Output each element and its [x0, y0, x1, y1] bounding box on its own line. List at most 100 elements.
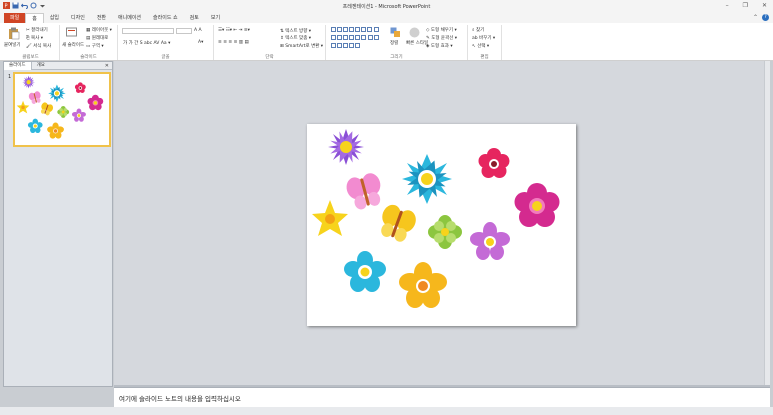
layout-button[interactable]: ▦ 레이아웃 ▾ [86, 27, 112, 33]
slide-art [312, 125, 560, 308]
tab-insert[interactable]: 삽입 [44, 13, 65, 23]
quick-styles-button[interactable]: 빠른 스타일 [406, 40, 428, 46]
vertical-scrollbar[interactable] [764, 61, 770, 387]
window-title: 프레젠테이션1 - Microsoft PowerPoint [342, 4, 431, 10]
align-text-label: 텍스트 맞춤 [285, 36, 308, 41]
shape-fill-label: 도형 채우기 [430, 28, 454, 33]
slide-thumbnail[interactable] [13, 72, 111, 147]
shapes-gallery[interactable] [330, 27, 382, 51]
pane-close-icon[interactable]: ✕ [105, 63, 109, 69]
shape-effects-label: 도형 효과 [430, 44, 449, 49]
magenta-flower[interactable] [514, 183, 560, 227]
restore-button[interactable]: ❐ [743, 2, 748, 9]
copy-button[interactable]: ⎘ 복사 ▾ [26, 35, 43, 41]
cyan-flower-small[interactable] [344, 251, 386, 292]
slide-pane: 슬라이드 개요 ✕ 1 [3, 61, 113, 387]
smartart-label: SmartArt로 변환 [285, 44, 320, 49]
tab-outline-pane[interactable]: 개요 [32, 62, 50, 70]
select-button[interactable]: ↖ 선택 ▾ [472, 43, 489, 49]
yellow-butterfly[interactable] [376, 202, 419, 245]
font-group-label: 글꼴 [161, 55, 170, 60]
editing-group: ⌕ 찾기 ab 바꾸기 ▾ ↖ 선택 ▾ 편집 [468, 25, 502, 60]
slides-group: 새 슬라이드 ▦ 레이아웃 ▾ ▤ 원래대로 ▭ 구역 ▾ 슬라이드 [60, 25, 118, 60]
slides-group-label: 슬라이드 [80, 55, 97, 60]
cut-button[interactable]: ✂ 잘라내기 [26, 27, 48, 33]
clipboard-group-label: 클립보드 [22, 55, 39, 60]
paste-button[interactable]: 붙여넣기 [4, 42, 21, 48]
tab-slideshow[interactable]: 슬라이드 쇼 [147, 13, 184, 23]
ribbon-minimize-icon[interactable]: ⌃ [753, 14, 758, 21]
select-label: 선택 [477, 44, 486, 49]
layout-label: 레이아웃 [91, 28, 109, 33]
drawing-group-label: 그리기 [390, 55, 403, 60]
align-text-button[interactable]: ⇕ 텍스트 맞춤 ▾ [280, 35, 311, 41]
yellow-star-flower[interactable] [312, 200, 348, 236]
text-direction-label: 텍스트 방향 [285, 29, 308, 34]
reset-button[interactable]: ▤ 원래대로 [86, 35, 108, 41]
slide-canvas[interactable] [307, 124, 576, 326]
tab-review[interactable]: 검토 [184, 13, 205, 23]
workspace: 슬라이드 개요 ✕ 1 여기에 슬라이드 노트의 내용을 입력하십시오 [0, 61, 773, 415]
reset-label: 원래대로 [91, 36, 109, 41]
status-bar [0, 407, 773, 415]
help-icon[interactable]: ? [762, 14, 769, 21]
find-button[interactable]: ⌕ 찾기 [472, 27, 484, 33]
title-bar: P 프레젠테이션1 - Microsoft PowerPoint – ❐ ✕ [0, 0, 773, 13]
pink-butterfly[interactable] [344, 171, 385, 212]
font-group: A A 가 가 간 S abc AV Aa ▾ A▾ 글꼴 [118, 25, 214, 60]
tab-home[interactable]: 홈 [25, 13, 44, 23]
grow-font-button[interactable]: A A [194, 28, 202, 33]
font-name-dropdown[interactable] [122, 28, 174, 34]
shape-effects-button[interactable]: ◈ 도형 효과 ▾ [426, 43, 453, 49]
green-flower[interactable] [428, 215, 462, 249]
arrange-icon[interactable] [390, 27, 401, 40]
thumbnail-art [16, 74, 104, 139]
ribbon: 붙여넣기 ✂ 잘라내기 ⎘ 복사 ▾ 🖌 서식 복사 클립보드 새 슬라이드 ▦… [0, 23, 773, 61]
ribbon-tabs: 파일 홈 삽입 디자인 전환 애니메이션 슬라이드 쇼 검토 보기 [0, 13, 773, 23]
close-button[interactable]: ✕ [762, 2, 767, 9]
violet-flower[interactable] [470, 222, 510, 260]
find-label: 찾기 [475, 28, 485, 33]
format-painter-button[interactable]: 🖌 서식 복사 [26, 43, 51, 49]
clipboard-group: 붙여넣기 ✂ 잘라내기 ⎘ 복사 ▾ 🖌 서식 복사 클립보드 [2, 25, 60, 60]
notes-pane[interactable]: 여기에 슬라이드 노트의 내용을 입력하십시오 [114, 387, 770, 407]
format-painter-label: 서식 복사 [33, 44, 52, 49]
font-format-buttons[interactable]: 가 가 간 S abc AV Aa ▾ [123, 40, 170, 46]
font-size-dropdown[interactable] [176, 28, 192, 34]
shape-outline-button[interactable]: ✎ 도형 윤곽선 ▾ [426, 35, 457, 41]
tab-design[interactable]: 디자인 [65, 13, 91, 23]
tab-file[interactable]: 파일 [4, 13, 26, 23]
new-slide-button[interactable]: 새 슬라이드 [62, 42, 84, 48]
align-buttons[interactable]: ≡ ≡ ≡ ≡ ▥ ▤ [218, 40, 249, 45]
quick-styles-icon[interactable] [409, 27, 420, 40]
section-button[interactable]: ▭ 구역 ▾ [86, 43, 104, 49]
smartart-button[interactable]: ⊞ SmartArt로 변환 ▾ [280, 43, 323, 49]
slide-editing-area [114, 61, 770, 387]
shape-outline-label: 도형 윤곽선 [431, 36, 454, 41]
paste-icon[interactable] [8, 27, 20, 42]
shape-fill-button[interactable]: ◇ 도형 채우기 ▾ [426, 27, 457, 33]
paragraph-group: ☰▾ ☷▾ ⇤ ⇥ ≡▾ ≡ ≡ ≡ ≡ ▥ ▤ ⇅ 텍스트 방향 ▾ ⇕ 텍스… [214, 25, 326, 60]
tab-transitions[interactable]: 전환 [91, 13, 112, 23]
cyan-flower-large[interactable] [401, 153, 453, 205]
copy-label: 복사 [31, 36, 40, 41]
text-direction-button[interactable]: ⇅ 텍스트 방향 ▾ [280, 28, 311, 34]
tab-slides-pane[interactable]: 슬라이드 [4, 61, 32, 70]
red-flower[interactable] [478, 148, 510, 178]
replace-label: 바꾸기 [479, 36, 492, 41]
paragraph-group-label: 단락 [265, 55, 274, 60]
font-color-button[interactable]: A▾ [198, 40, 203, 45]
new-slide-icon[interactable] [66, 27, 77, 40]
tab-animations[interactable]: 애니메이션 [112, 13, 147, 23]
orange-flower[interactable] [399, 262, 447, 308]
replace-button[interactable]: ab 바꾸기 ▾ [472, 35, 495, 41]
notes-placeholder[interactable]: 여기에 슬라이드 노트의 내용을 입력하십시오 [119, 393, 241, 403]
drawing-group: 정렬 빠른 스타일 ◇ 도형 채우기 ▾ ✎ 도형 윤곽선 ▾ ◈ 도형 효과 … [326, 25, 468, 60]
list-buttons[interactable]: ☰▾ ☷▾ ⇤ ⇥ ≡▾ [218, 28, 250, 33]
purple-flower[interactable] [324, 125, 368, 169]
minimize-button[interactable]: – [726, 2, 729, 9]
tab-view[interactable]: 보기 [205, 13, 226, 23]
slide-number: 1 [8, 74, 12, 80]
section-label: 구역 [91, 44, 100, 49]
arrange-button[interactable]: 정렬 [390, 40, 398, 46]
